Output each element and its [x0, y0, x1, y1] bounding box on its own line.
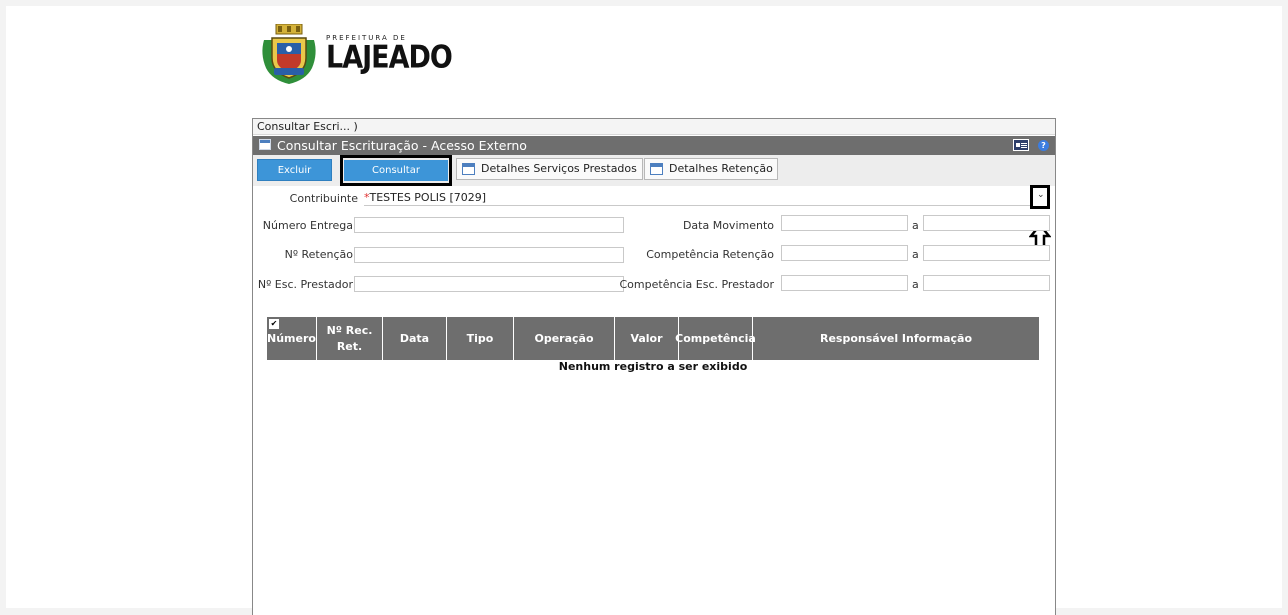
col-responsavel-informacao[interactable]: Responsável Informação	[753, 317, 1039, 360]
competencia-retencao-end-input[interactable]	[923, 245, 1050, 261]
logo-city-name: LAJEADO	[326, 39, 453, 76]
col-label: Responsável Informação	[819, 331, 973, 345]
range-separator: a	[912, 219, 919, 232]
window-titlebar: Consultar Escrituração - Acesso Externo …	[253, 136, 1055, 155]
consulta-window: Consultar Escri... ) Consultar Escritura…	[252, 118, 1056, 615]
col-competencia[interactable]: Competência	[675, 317, 756, 360]
tab-detalhes-retencao[interactable]: Detalhes Retenção	[644, 158, 778, 180]
contribuinte-label: Contribuinte	[289, 192, 358, 205]
numero-entrega-label: Número Entrega	[262, 219, 353, 232]
competencia-esc-start-input[interactable]	[781, 275, 908, 291]
competencia-retencao-label: Competência Retenção	[646, 248, 774, 261]
range-separator: a	[912, 278, 919, 291]
toolbar: Excluir Consultar Escrituração Detalhes …	[253, 155, 1055, 197]
col-label: Nº Rec. Ret.	[326, 323, 373, 353]
col-label: Tipo	[466, 331, 494, 345]
col-label: Data	[399, 331, 430, 345]
contribuinte-value: TESTES POLIS [7029]	[369, 191, 487, 204]
breadcrumb[interactable]: Consultar Escri... )	[253, 119, 1055, 135]
competencia-esc-end-input[interactable]	[923, 275, 1050, 291]
prefeitura-logo: PREFEITURA DE LAJEADO	[260, 24, 453, 86]
tab-label: Detalhes Retenção	[669, 162, 773, 175]
results-table-header: ✔ Número Nº Rec. Ret. Data Tipo Operação…	[267, 317, 1039, 360]
select-all-checkbox[interactable]: ✔	[269, 319, 279, 329]
col-tipo[interactable]: Tipo	[447, 317, 514, 360]
col-label: Valor	[630, 331, 663, 345]
numero-retencao-label: Nº Retenção	[284, 248, 353, 261]
col-data[interactable]: Data	[383, 317, 447, 360]
col-label: Número	[267, 331, 316, 345]
numero-esc-prestador-label: Nº Esc. Prestador	[257, 278, 353, 291]
numero-entrega-input[interactable]	[354, 217, 624, 233]
empty-table-message: Nenhum registro a ser exibido	[558, 360, 748, 373]
data-movimento-label: Data Movimento	[682, 219, 774, 232]
numero-esc-prestador-input[interactable]	[354, 276, 624, 292]
col-valor[interactable]: Valor	[615, 317, 679, 360]
competencia-esc-prestador-label: Competência Esc. Prestador	[619, 278, 775, 291]
range-separator: a	[912, 248, 919, 261]
id-card-icon[interactable]	[1013, 139, 1029, 151]
excluir-button[interactable]: Excluir	[257, 159, 332, 181]
window-icon	[259, 139, 271, 150]
help-icon[interactable]: ?	[1038, 140, 1049, 151]
window-icon	[462, 163, 475, 175]
chevron-down-icon: ⌄	[1037, 190, 1045, 200]
col-operacao[interactable]: Operação	[514, 317, 615, 360]
window-title: Consultar Escrituração - Acesso Externo	[277, 138, 527, 153]
data-movimento-start-input[interactable]	[781, 215, 908, 231]
city-crest-icon	[262, 24, 316, 84]
contribuinte-select[interactable]: *TESTES POLIS [7029]	[364, 191, 1036, 206]
data-movimento-end-input[interactable]	[923, 215, 1050, 231]
numero-retencao-input[interactable]	[354, 247, 624, 263]
tab-detalhes-servicos[interactable]: Detalhes Serviços Prestados	[456, 158, 643, 180]
col-numero[interactable]: ✔ Número	[267, 317, 317, 360]
page: PREFEITURA DE LAJEADO Consultar Escri...…	[6, 6, 1282, 615]
tab-consultar-escrituracao[interactable]: Consultar Escrituração	[344, 160, 448, 197]
tab-label: Detalhes Serviços Prestados	[481, 162, 637, 175]
col-nro-rec-ret[interactable]: Nº Rec. Ret.	[317, 317, 383, 360]
competencia-retencao-start-input[interactable]	[781, 245, 908, 261]
col-label: Competência	[675, 331, 756, 345]
col-label: Operação	[534, 331, 594, 345]
contribuinte-dropdown-button[interactable]: ⌄	[1030, 185, 1050, 209]
window-icon	[650, 163, 663, 175]
